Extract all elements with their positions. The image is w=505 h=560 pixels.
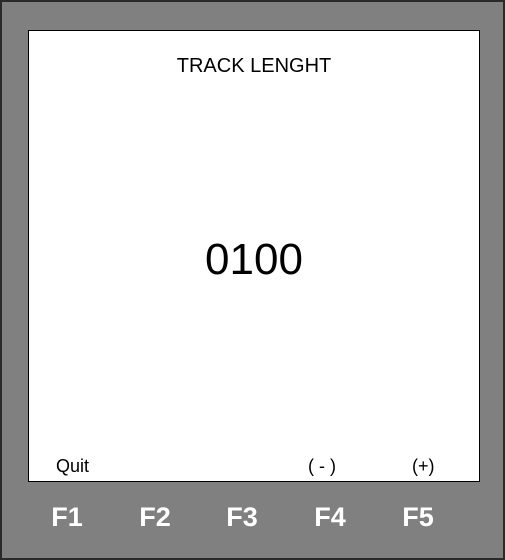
softkey-label-f5: (+) bbox=[412, 456, 435, 476]
f3-button[interactable]: F3 bbox=[217, 502, 267, 533]
device-panel: TRACK LENGHT 0100 Quit ( - ) (+) F1 F2 F… bbox=[0, 0, 505, 560]
track-length-value: 0100 bbox=[205, 235, 303, 284]
lcd-screen: TRACK LENGHT 0100 Quit ( - ) (+) bbox=[28, 30, 480, 482]
softkey-label-f4: ( - ) bbox=[308, 456, 336, 476]
f1-quit-button[interactable]: F1 bbox=[42, 502, 92, 533]
f5-increment-button[interactable]: F5 bbox=[393, 502, 443, 533]
screen-title: TRACK LENGHT bbox=[176, 55, 332, 77]
f4-decrement-button[interactable]: F4 bbox=[305, 502, 355, 533]
softkey-label-f1: Quit bbox=[56, 456, 90, 476]
f2-button[interactable]: F2 bbox=[130, 502, 180, 533]
